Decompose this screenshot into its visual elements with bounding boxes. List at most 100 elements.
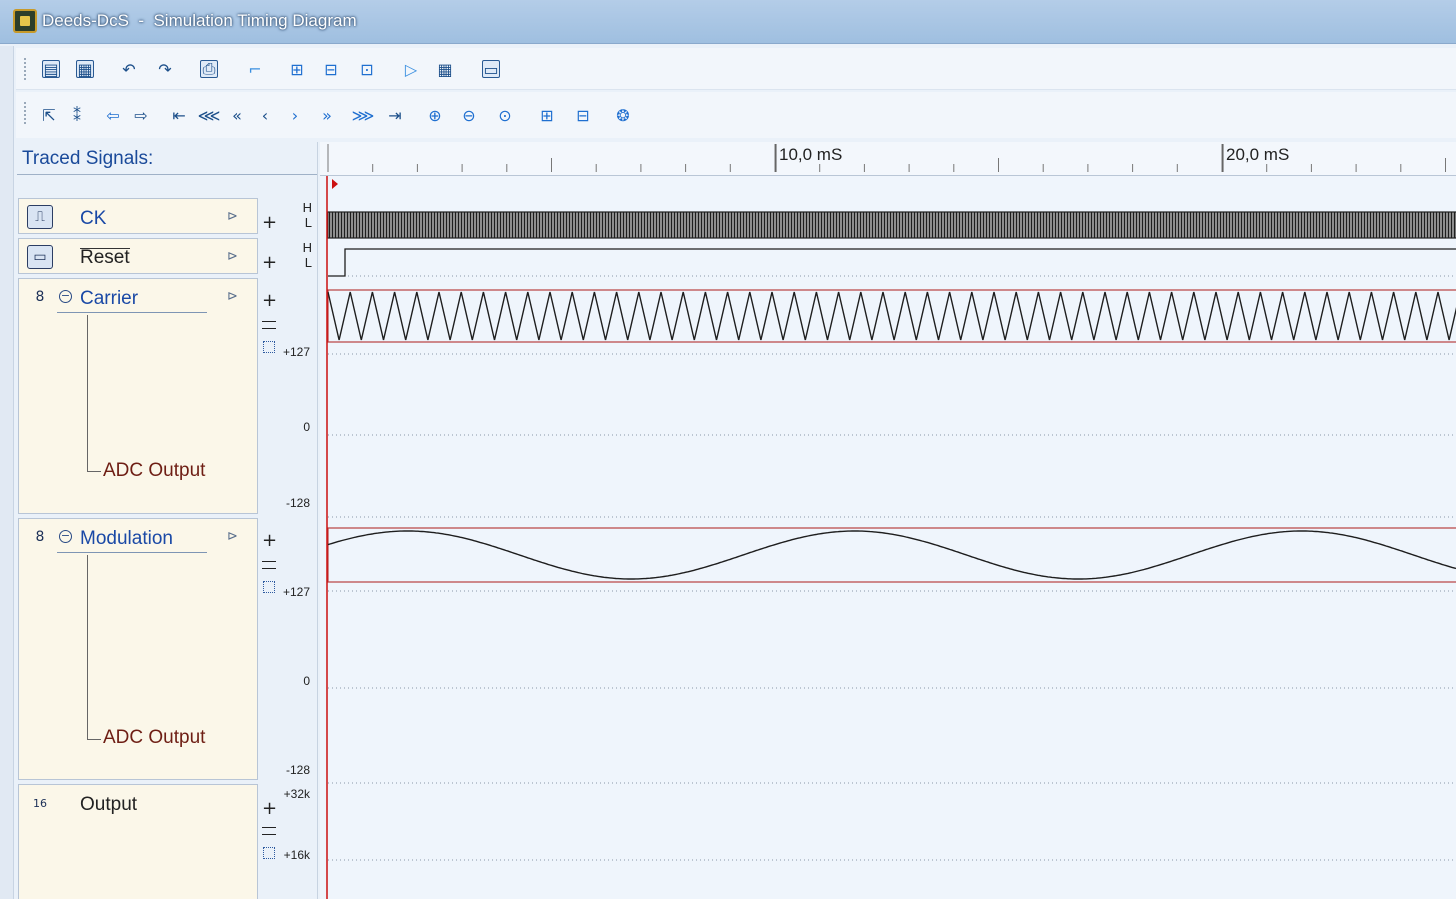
- split-icon[interactable]: ⊟: [318, 56, 344, 82]
- toolbar-grip[interactable]: [24, 58, 28, 80]
- signal-name: CK: [80, 208, 107, 229]
- bus-8-icon: 8: [35, 529, 45, 545]
- clock-signal-icon: ⎍: [27, 205, 53, 229]
- high-label: H: [302, 240, 312, 255]
- scale-ck: + H L: [258, 198, 318, 234]
- bus-16-icon: 16: [33, 796, 47, 810]
- scale-max: +127: [282, 585, 310, 599]
- forward-icon[interactable]: »: [314, 102, 340, 128]
- nav-right-icon[interactable]: ⇨: [128, 102, 154, 128]
- window-title: Deeds-DcS - Simulation Timing Diagram: [42, 11, 357, 30]
- title-bar: Deeds-DcS - Simulation Timing Diagram: [0, 0, 1456, 44]
- tree-connector: [87, 315, 88, 471]
- signal-name: Carrier: [80, 288, 139, 309]
- divider: [57, 312, 207, 313]
- signal-row-ck[interactable]: ⎍ CK ⊳: [18, 198, 258, 234]
- app-chip-icon[interactable]: [13, 9, 37, 33]
- carrier-waveform: [327, 291, 1456, 341]
- redo-icon[interactable]: ↷: [152, 56, 178, 82]
- fast-back-icon[interactable]: ⋘: [196, 102, 222, 128]
- pointer-multi-icon[interactable]: ⁑: [64, 102, 90, 128]
- scale-min: -128: [285, 496, 310, 510]
- pointer-add-icon[interactable]: ⇱: [36, 102, 62, 128]
- play-icon[interactable]: ▷: [398, 56, 424, 82]
- ck-waveform: [327, 211, 1456, 239]
- zoom-fit-icon[interactable]: [263, 341, 275, 353]
- zoom-plus-icon[interactable]: +: [262, 254, 277, 272]
- scale-max: +32k: [283, 787, 310, 801]
- zoom-plus-icon[interactable]: +: [262, 800, 277, 818]
- step-back-icon[interactable]: ‹: [252, 102, 278, 128]
- settings-icon[interactable]: ❂: [610, 102, 636, 128]
- scale-modulation: + +127 0 -128: [258, 518, 318, 780]
- signal-expand-arrow-icon[interactable]: ⊳: [227, 209, 238, 224]
- signal-expand-arrow-icon[interactable]: ⊳: [227, 529, 238, 544]
- toolbar-grip[interactable]: [24, 102, 28, 124]
- divider: [57, 552, 207, 553]
- zoom-plus-icon[interactable]: +: [262, 532, 277, 550]
- scale-zero: 0: [303, 674, 310, 688]
- zoom-fit-icon[interactable]: [263, 847, 275, 859]
- back-icon[interactable]: «: [224, 102, 250, 128]
- tree-connector: [87, 471, 101, 472]
- save-icon[interactable]: ▦: [72, 56, 98, 82]
- print-icon[interactable]: ⎙: [196, 56, 222, 82]
- signal-row-output[interactable]: 16 Output: [18, 784, 258, 899]
- fast-forward-icon[interactable]: ⋙: [350, 102, 376, 128]
- goto-start-icon[interactable]: ⇤: [166, 102, 192, 128]
- input-signal-icon: ▭: [27, 245, 53, 269]
- signal-name: Output: [80, 794, 138, 815]
- signal-row-carrier[interactable]: 8 − Carrier ⊳ ADC Output: [18, 278, 258, 514]
- zoom-minus-icon[interactable]: [262, 561, 276, 569]
- scale-min: -128: [285, 763, 310, 777]
- zoom-fit-icon[interactable]: ⊙: [492, 102, 518, 128]
- zoom-out-icon[interactable]: ⊖: [456, 102, 482, 128]
- high-label: H: [302, 200, 312, 215]
- cursor-marker-icon: [332, 179, 338, 189]
- scale-output: +32k + +16k: [258, 784, 318, 899]
- traced-signals-title: Traced Signals:: [22, 148, 154, 169]
- scale-carrier: + +127 0 -128: [258, 278, 318, 514]
- signal-row-modulation[interactable]: 8 − Modulation ⊳ ADC Output: [18, 518, 258, 780]
- zoom-in-icon[interactable]: ⊕: [422, 102, 448, 128]
- signal-name: Modulation: [80, 528, 173, 549]
- zoom-fit-icon[interactable]: [263, 581, 275, 593]
- remove-icon[interactable]: ⊟: [570, 102, 596, 128]
- select-icon[interactable]: ⊡: [354, 56, 380, 82]
- zoom-minus-icon[interactable]: [262, 321, 276, 329]
- window-icon[interactable]: ▭: [478, 56, 504, 82]
- grid-icon[interactable]: ▦: [432, 56, 458, 82]
- modulation-bus-frame: [327, 527, 1456, 583]
- bus-8-icon: 8: [35, 289, 45, 305]
- signal-row-reset[interactable]: ▭ Reset ⊳: [18, 238, 258, 274]
- zoom-minus-icon[interactable]: [262, 827, 276, 835]
- zoom-plus-icon[interactable]: +: [262, 214, 277, 232]
- undo-icon[interactable]: ↶: [116, 56, 142, 82]
- timing-icon[interactable]: ⊞: [284, 56, 310, 82]
- carrier-bus-frame: [327, 289, 1456, 343]
- left-edge-strip: [0, 46, 14, 899]
- step-icon[interactable]: ⌐: [242, 56, 268, 82]
- scale-reset: + H L: [258, 238, 318, 274]
- low-label: L: [304, 255, 312, 270]
- zoom-plus-icon[interactable]: +: [262, 292, 277, 310]
- main-toolbar: ▤ ▦ ↶ ↷ ⎙ ⌐ ⊞ ⊟ ⊡ ▷ ▦ ▭: [16, 48, 1456, 90]
- divider: [17, 174, 317, 175]
- collapse-icon[interactable]: −: [59, 530, 72, 543]
- insert-icon[interactable]: ⊞: [534, 102, 560, 128]
- waveforms: [326, 144, 1456, 899]
- step-forward-icon[interactable]: ›: [282, 102, 308, 128]
- navigation-toolbar: ⇱ ⁑ ⇦ ⇨ ⇤ ⋘ « ‹ › » ⋙ ⇥ ⊕ ⊖ ⊙ ⊞ ⊟ ❂: [16, 92, 1456, 138]
- nav-left-icon[interactable]: ⇦: [100, 102, 126, 128]
- open-icon[interactable]: ▤: [38, 56, 64, 82]
- signal-expand-arrow-icon[interactable]: ⊳: [227, 289, 238, 304]
- timing-diagram-area[interactable]: 10,0 mS 20,0 mS: [320, 142, 1456, 899]
- signal-expand-arrow-icon[interactable]: ⊳: [227, 249, 238, 264]
- collapse-icon[interactable]: −: [59, 290, 72, 303]
- scale-mid: +16k: [283, 848, 310, 862]
- sub-signal-name: ADC Output: [103, 727, 206, 748]
- sub-signal-name: ADC Output: [103, 460, 206, 481]
- goto-end-icon[interactable]: ⇥: [382, 102, 408, 128]
- scale-zero: 0: [303, 420, 310, 434]
- scale-max: +127: [282, 345, 310, 359]
